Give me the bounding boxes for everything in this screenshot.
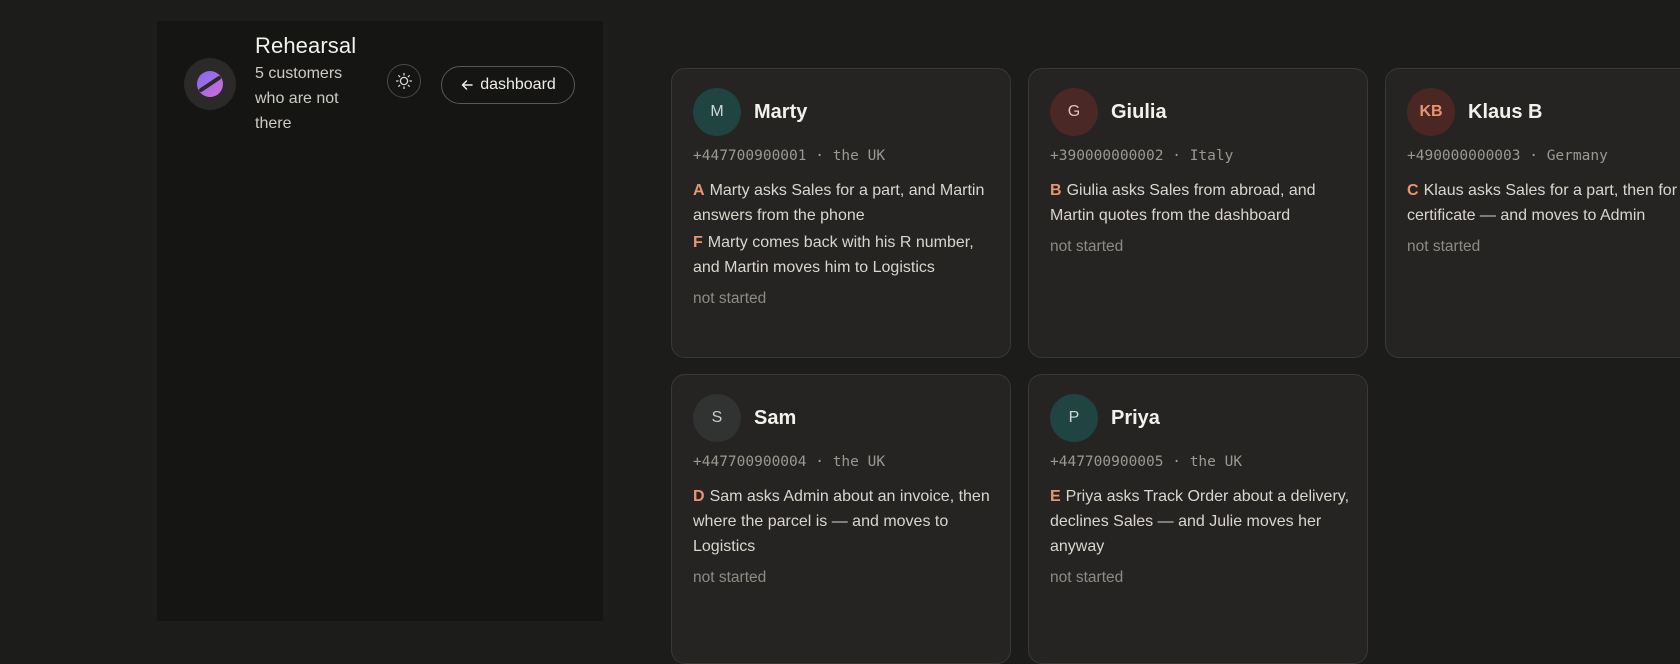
scenario-item[interactable]: F Marty comes back with his R number, and… bbox=[693, 230, 993, 280]
customer-card[interactable]: G Giulia +390000000002 · Italy B Giulia asks… bbox=[1028, 68, 1368, 358]
customer-name: Klaus B bbox=[1468, 101, 1543, 123]
status-text: not started bbox=[1050, 569, 1124, 586]
avatar: M bbox=[693, 88, 741, 136]
scenario-item[interactable]: E Priya asks Track Order about a delivery… bbox=[1050, 484, 1350, 559]
customer-meta: +390000000002 · Italy bbox=[1050, 148, 1233, 164]
scenario-list: C Klaus asks Sales for a part, then for a… bbox=[1407, 178, 1680, 256]
scenario-letter: E bbox=[1050, 488, 1061, 505]
scenario-text: Marty asks Sales for a part, and Martin … bbox=[693, 182, 985, 224]
phone-number: +390000000002 bbox=[1050, 148, 1164, 164]
scenario-item[interactable]: A Marty asks Sales for a part, and Martin… bbox=[693, 178, 993, 228]
customer-card[interactable]: S Sam +447700900004 · the UK D Sam asks Admi… bbox=[671, 374, 1011, 664]
customer-meta: +447700900004 · the UK bbox=[693, 454, 885, 470]
customer-name: Giulia bbox=[1111, 101, 1167, 123]
customer-name: Sam bbox=[754, 407, 797, 429]
avatar: KB bbox=[1407, 88, 1455, 136]
phone-number: +447700900001 bbox=[693, 148, 807, 164]
meta-separator: · bbox=[1163, 148, 1190, 164]
avatar: G bbox=[1050, 88, 1098, 136]
scenario-item[interactable]: B Giulia asks Sales from abroad, and Mart… bbox=[1050, 178, 1350, 228]
phone-number: +490000000003 bbox=[1407, 148, 1521, 164]
scenario-letter: B bbox=[1050, 182, 1062, 199]
avatar: P bbox=[1050, 394, 1098, 442]
scenario-letter: D bbox=[693, 488, 705, 505]
meta-separator: · bbox=[806, 454, 833, 470]
phone-number: +447700900004 bbox=[693, 454, 807, 470]
scenario-text: Klaus asks Sales for a part, then for a … bbox=[1407, 182, 1680, 224]
phone-number: +447700900005 bbox=[1050, 454, 1164, 470]
meta-separator: · bbox=[806, 148, 833, 164]
country: the UK bbox=[1189, 454, 1243, 470]
customer-meta: +447700900005 · the UK bbox=[1050, 454, 1242, 470]
status-text: not started bbox=[1050, 238, 1124, 255]
customer-card[interactable]: M Marty +447700900001 · the UK A Marty asks … bbox=[671, 68, 1011, 358]
customer-card[interactable]: P Priya +447700900005 · the UK E Priya asks … bbox=[1028, 374, 1368, 664]
app-logo bbox=[184, 58, 236, 110]
country: the UK bbox=[832, 148, 886, 164]
country: Germany bbox=[1546, 148, 1608, 164]
scenario-item[interactable]: C Klaus asks Sales for a part, then for a… bbox=[1407, 178, 1680, 228]
scenario-letter: A bbox=[693, 182, 705, 199]
status-text: not started bbox=[693, 290, 767, 307]
customer-meta: +490000000003 · Germany bbox=[1407, 148, 1608, 164]
meta-separator: · bbox=[1520, 148, 1547, 164]
meta-separator: · bbox=[1163, 454, 1190, 470]
scenario-letter: C bbox=[1407, 182, 1419, 199]
app-title: Rehearsal bbox=[255, 33, 357, 58]
scenario-list: A Marty asks Sales for a part, and Martin… bbox=[693, 178, 993, 308]
scenario-list: E Priya asks Track Order about a delivery… bbox=[1050, 484, 1350, 587]
arrow-left-icon bbox=[461, 80, 473, 90]
theme-toggle-button[interactable] bbox=[387, 64, 421, 98]
scenario-text: Marty comes back with his R number, and … bbox=[693, 234, 974, 276]
scenario-list: B Giulia asks Sales from abroad, and Mart… bbox=[1050, 178, 1350, 256]
scenario-text: Priya asks Track Order about a delivery,… bbox=[1050, 488, 1350, 555]
customer-name: Marty bbox=[754, 101, 808, 123]
avatar: S bbox=[693, 394, 741, 442]
dashboard-label: dashboard bbox=[480, 76, 556, 93]
sun-icon bbox=[395, 72, 413, 90]
scenario-list: D Sam asks Admin about an invoice, then w… bbox=[693, 484, 993, 587]
customer-meta: +447700900001 · the UK bbox=[693, 148, 885, 164]
scenario-text: Sam asks Admin about an invoice, then wh… bbox=[693, 488, 990, 555]
app-subtitle: 5 customers who are not there bbox=[255, 65, 343, 132]
status-text: not started bbox=[1407, 238, 1481, 255]
scenario-item[interactable]: D Sam asks Admin about an invoice, then w… bbox=[693, 484, 993, 559]
status-text: not started bbox=[693, 569, 767, 586]
back-to-dashboard-button[interactable]: dashboard bbox=[441, 66, 575, 104]
customer-card[interactable]: KB Klaus B +490000000003 · Germany C Klaus a… bbox=[1385, 68, 1680, 358]
scenario-letter: F bbox=[693, 234, 703, 251]
sidebar: Rehearsal 5 customers who are not there … bbox=[157, 21, 603, 621]
logo-icon bbox=[197, 71, 223, 97]
scenario-text: Giulia asks Sales from abroad, and Marti… bbox=[1050, 182, 1316, 224]
customer-name: Priya bbox=[1111, 407, 1160, 429]
country: Italy bbox=[1189, 148, 1234, 164]
country: the UK bbox=[832, 454, 886, 470]
